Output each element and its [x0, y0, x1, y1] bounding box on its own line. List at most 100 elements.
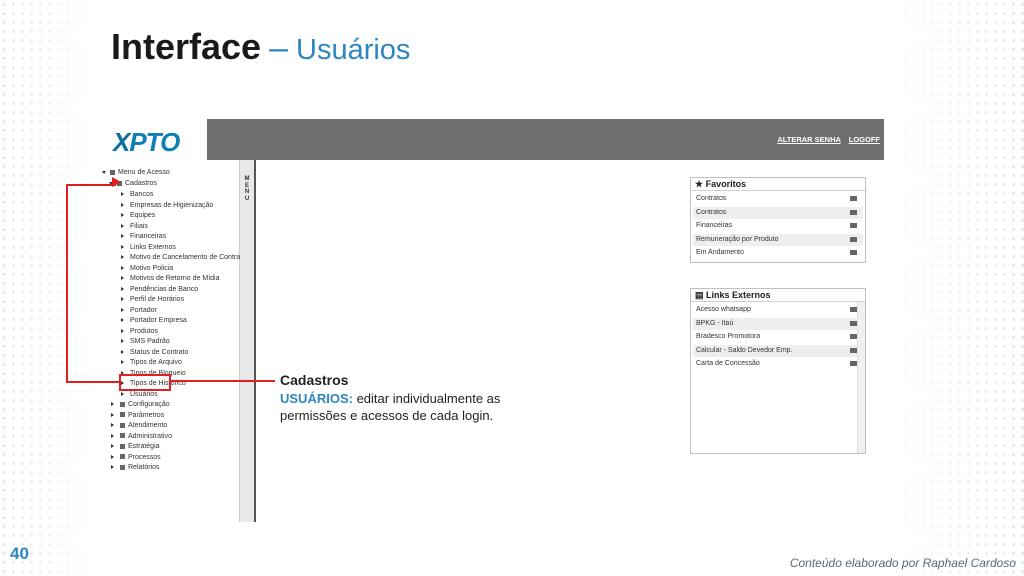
panel-row[interactable]: Bradesco Promotora — [693, 331, 863, 343]
cadastros-item[interactable]: Motivo de Cancelamento de Contrato — [121, 254, 246, 261]
cadastros-item[interactable]: Portador — [121, 307, 157, 314]
cadastros-item-label: Equipes — [130, 212, 156, 219]
panel-row[interactable]: Carta de Concessão — [693, 358, 863, 370]
panel-row[interactable]: Calcular - Saldo Devedor Emp. — [693, 344, 863, 357]
panel-row-label: Carta de Concessão — [696, 360, 760, 367]
arrow-right-icon[interactable] — [850, 209, 857, 215]
arrow-right-icon[interactable] — [850, 347, 857, 353]
cadastros-item[interactable]: SMS Padrão — [121, 338, 170, 345]
arrow-right-icon[interactable] — [850, 307, 857, 312]
links-scrollbar[interactable] — [857, 302, 865, 453]
change-password-link[interactable]: ALTERAR SENHA — [777, 135, 840, 144]
menu-section[interactable]: Parâmetros — [111, 412, 164, 419]
section-icon — [120, 464, 125, 470]
slide-title-sub: Usuários — [296, 34, 411, 66]
tree-root[interactable]: Menu de Acesso — [102, 169, 170, 176]
panel-row-label: Contratos — [696, 208, 727, 216]
highlight-bracket-vertical — [66, 184, 68, 383]
cadastros-item[interactable]: Empresas de Higienização — [121, 202, 213, 209]
menu-tab-letters: M E N U — [240, 176, 254, 202]
panel-row[interactable]: Acesso whatsapp — [693, 304, 863, 316]
bullet-icon — [121, 297, 124, 302]
menu-section-label: Administrativo — [128, 432, 172, 440]
panel-row[interactable]: Contratos — [693, 206, 863, 219]
cadastros-item[interactable]: Equipes — [121, 212, 155, 219]
bullet-icon — [121, 202, 124, 207]
menu-section-label: Atendimento — [128, 422, 168, 429]
favoritos-panel: ★ Favoritos Contratos Contratos Financeira… — [690, 177, 866, 263]
arrow-right-icon[interactable] — [850, 236, 857, 242]
arrow-right-icon[interactable] — [850, 196, 857, 201]
menu-section-label: Estratégia — [128, 443, 160, 450]
cadastros-item-label: Motivos de Retorno de Mídia — [130, 275, 220, 282]
menu-section[interactable]: Configuração — [111, 401, 170, 408]
collapsed-icon — [111, 402, 114, 407]
bullet-icon — [121, 234, 124, 239]
cadastros-item[interactable]: Tipos de Arquivo — [121, 359, 182, 366]
cadastros-item[interactable]: Produtos — [121, 328, 158, 335]
callout-text-block: USUÁRIOS: editar individualmente as perm… — [280, 390, 560, 424]
arrow-right-icon[interactable] — [850, 320, 857, 326]
panel-row-label: Em Andamento — [696, 249, 744, 256]
cadastros-item[interactable]: Motivo Policia — [121, 265, 173, 272]
panel-row[interactable]: Financeiras — [693, 220, 863, 232]
cadastros-item[interactable]: Portador Empresa — [121, 317, 187, 324]
menu-section[interactable]: Processos — [111, 454, 161, 461]
panel-row-label: Contratos — [696, 195, 727, 202]
logo-part-1: X — [113, 127, 130, 157]
bullet-icon — [121, 192, 124, 197]
cadastros-item[interactable]: Pendências de Banco — [121, 286, 198, 293]
arrow-right-icon[interactable] — [850, 250, 857, 255]
menu-icon — [110, 169, 115, 175]
arrow-right-icon[interactable] — [850, 223, 857, 228]
slide-title-main: Interface — [111, 26, 262, 67]
credit-text: Conteúdo elaborado por Raphael Cardoso — [789, 556, 1016, 570]
slide-number: 40 — [10, 544, 29, 563]
links-externos-header: ▤ Links Externos — [691, 289, 865, 302]
panel-row[interactable]: Em Andamento — [693, 247, 863, 259]
callout-connector — [169, 380, 275, 382]
collapsed-icon — [111, 465, 114, 470]
highlight-bracket-top — [66, 184, 116, 186]
arrow-right-icon[interactable] — [850, 361, 857, 366]
cadastros-item[interactable]: Filiais — [121, 223, 148, 230]
section-icon — [120, 454, 125, 460]
cadastros-item[interactable]: Status de Contrato — [121, 349, 188, 356]
cadastros-item-label: Perfil de Horários — [130, 296, 185, 303]
menu-section[interactable]: Estratégia — [111, 443, 160, 450]
cadastros-item[interactable]: Bancos — [121, 191, 153, 198]
app-topbar: ALTERAR SENHA LOGOFF — [207, 119, 884, 160]
tree-root-label: Menu de Acesso — [118, 169, 170, 176]
cadastros-item-label: Bancos — [130, 191, 154, 198]
decorative-dots-left — [0, 0, 110, 576]
main-area: ★ Favoritos Contratos Contratos Financeira… — [256, 160, 884, 522]
links-externos-list: Acesso whatsapp BPKG - Itaú Bradesco Promo… — [691, 302, 865, 453]
cadastros-item[interactable]: Links Externos — [121, 244, 176, 251]
panel-row[interactable]: Remuneração por Produto — [693, 233, 863, 246]
menu-section[interactable]: Administrativo — [111, 433, 172, 440]
arrow-right-icon[interactable] — [850, 334, 857, 339]
cadastros-item[interactable]: Motivos de Retorno de Mídia — [121, 275, 220, 282]
menu-tab-letter: U — [244, 195, 250, 202]
panel-row-label: BPKG - Itaú — [696, 319, 734, 327]
menu-section-label: Relatórios — [128, 464, 160, 471]
menu-tab[interactable]: M E N U — [240, 160, 256, 522]
cadastros-item[interactable]: Financeiras — [121, 233, 166, 240]
slide-title-dash: – — [269, 29, 288, 67]
menu-section[interactable]: Atendimento — [111, 422, 167, 429]
logoff-link[interactable]: LOGOFF — [849, 135, 880, 144]
links-externos-title: Links Externos — [706, 290, 771, 300]
cadastros-item-label: Portador Empresa — [130, 317, 187, 324]
bullet-icon — [121, 213, 124, 218]
bullet-icon — [121, 255, 124, 260]
favoritos-header: ★ Favoritos — [691, 178, 865, 191]
panel-row[interactable]: BPKG - Itaú — [693, 317, 863, 330]
collapsed-icon — [111, 433, 114, 438]
cadastros-item[interactable]: Perfil de Horários — [121, 296, 184, 303]
decorative-dots-right — [874, 0, 1024, 576]
collapsed-icon — [111, 412, 114, 417]
cadastros-item[interactable]: Usuários — [121, 391, 158, 398]
favoritos-title: Favoritos — [705, 179, 747, 189]
menu-section[interactable]: Relatórios — [111, 464, 160, 471]
panel-row[interactable]: Contratos — [693, 193, 863, 205]
